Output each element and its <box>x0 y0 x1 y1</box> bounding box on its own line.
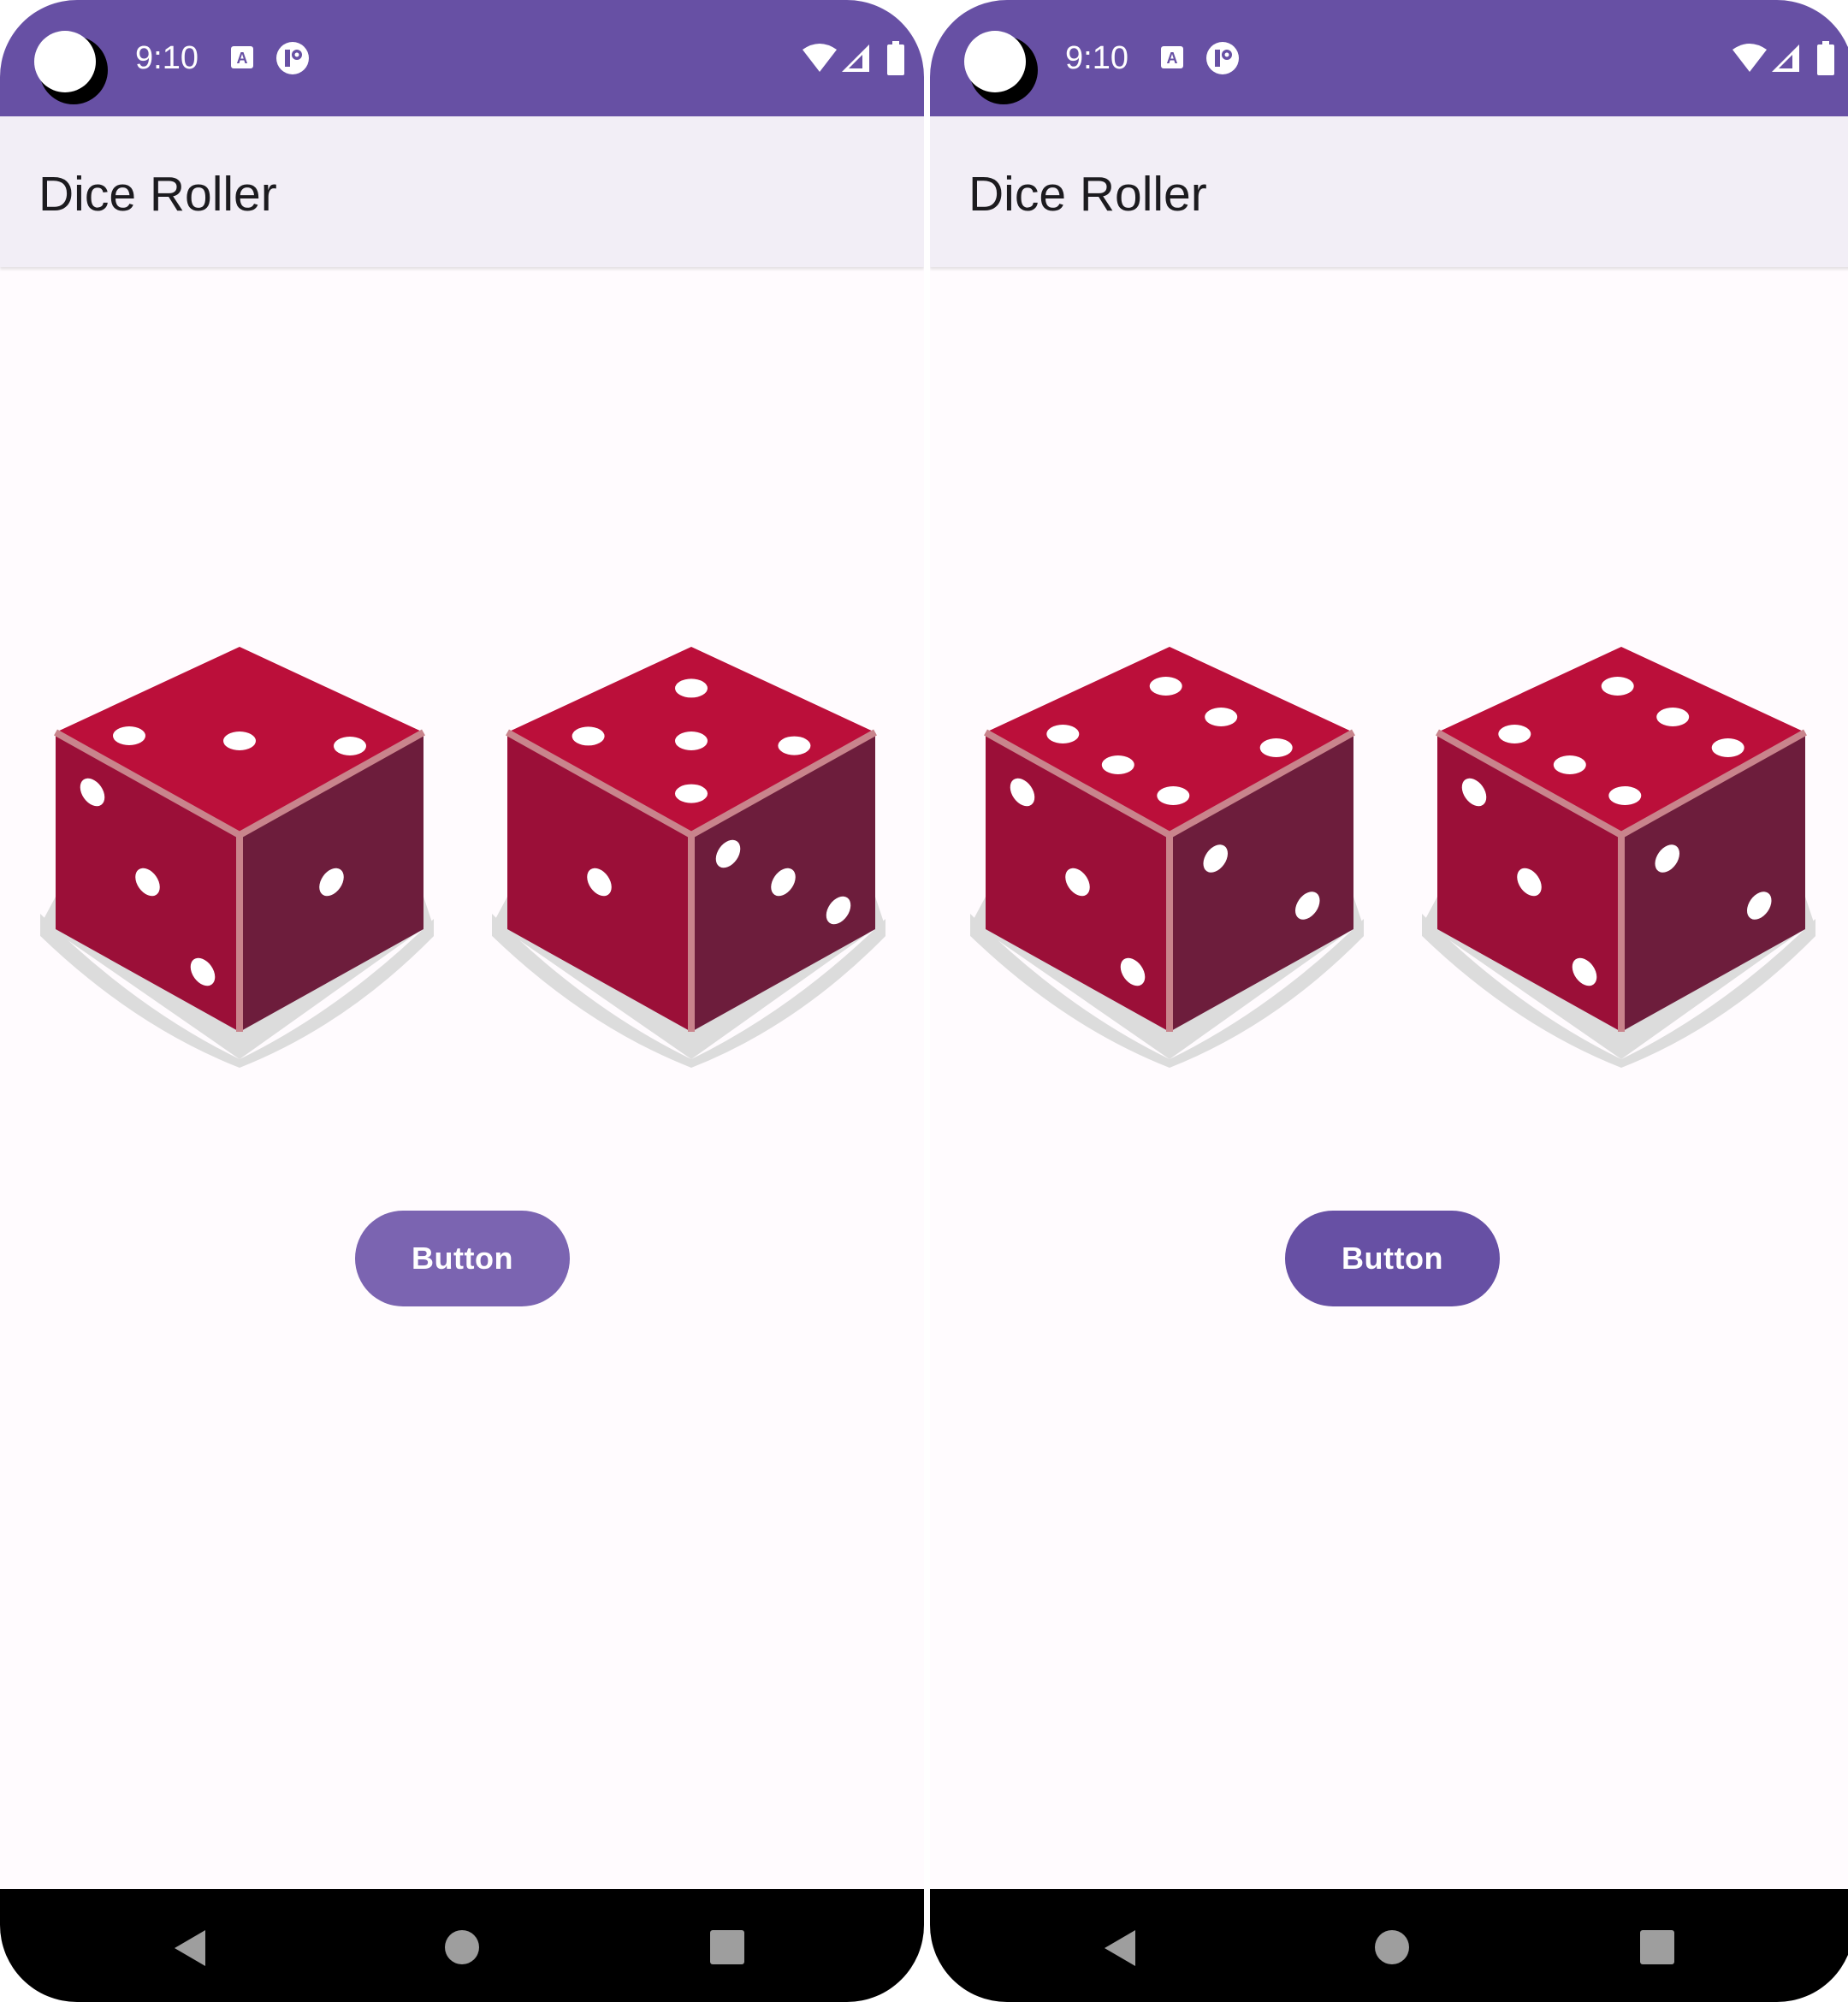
top-pip <box>1046 725 1080 743</box>
top-pip <box>223 732 256 750</box>
top-pip <box>1259 738 1293 757</box>
die-2 <box>1422 640 1815 1068</box>
status-bar: 9:10 A <box>930 0 1848 116</box>
top-pip <box>675 678 708 698</box>
status-bar: 9:10 A <box>0 0 924 116</box>
camera-cutout-icon <box>964 31 1038 104</box>
text-a-icon: A <box>1161 46 1183 68</box>
top-pip <box>675 784 708 803</box>
svg-text:A: A <box>237 50 248 67</box>
battery-icon <box>1817 41 1834 75</box>
top-pip <box>1205 708 1238 726</box>
top-pip <box>113 726 145 745</box>
die-graphic <box>970 647 1364 1068</box>
wifi-icon <box>803 44 837 72</box>
wifi-icon <box>1732 44 1767 72</box>
top-pip <box>1553 755 1586 774</box>
app-bar: Dice Roller <box>0 116 924 267</box>
recents-square-icon[interactable] <box>708 1928 746 1966</box>
status-time: 9:10 <box>135 40 198 76</box>
top-pip <box>675 732 708 750</box>
app-title: Dice Roller <box>38 167 277 222</box>
top-pip <box>1498 725 1531 743</box>
p-circle-icon <box>1206 42 1239 74</box>
battery-icon <box>887 41 904 75</box>
die-1 <box>970 640 1364 1068</box>
top-pip <box>334 737 366 755</box>
roll-button[interactable]: Button <box>1285 1211 1500 1306</box>
text-a-icon: A <box>231 46 253 68</box>
home-circle-icon[interactable] <box>1373 1928 1411 1966</box>
roll-button[interactable]: Button <box>355 1211 570 1306</box>
top-pip <box>1601 677 1634 696</box>
signal-icon <box>842 44 869 72</box>
die-graphic <box>40 647 434 1068</box>
phone-screen-left: 9:10 A Dice Roller Button <box>0 0 924 2002</box>
top-pip <box>1101 755 1134 774</box>
die-2 <box>492 640 886 1068</box>
back-triangle-icon[interactable] <box>171 1928 210 1968</box>
navigation-bar <box>0 1889 924 2002</box>
screenshot-stage: 9:10 A Dice Roller Button 9:10 A Dice Ro… <box>0 0 1848 2002</box>
top-pip <box>1711 738 1744 757</box>
top-pip <box>1149 677 1182 696</box>
signal-icon <box>1772 44 1799 72</box>
phone-screen-right: 9:10 A Dice Roller Button <box>930 0 1848 2002</box>
navigation-bar <box>930 1889 1848 2002</box>
svg-text:A: A <box>1167 50 1178 67</box>
camera-cutout-icon <box>34 31 108 104</box>
die-graphic <box>492 647 886 1068</box>
recents-square-icon[interactable] <box>1638 1928 1676 1966</box>
top-pip <box>1656 708 1690 726</box>
die-1 <box>40 640 434 1068</box>
app-bar: Dice Roller <box>930 116 1848 267</box>
top-pip <box>1157 786 1190 805</box>
home-circle-icon[interactable] <box>443 1928 481 1966</box>
top-pip <box>1608 786 1642 805</box>
die-graphic <box>1422 647 1815 1068</box>
top-pip <box>572 726 605 746</box>
app-title: Dice Roller <box>968 167 1207 222</box>
top-pip <box>778 736 811 755</box>
back-triangle-icon[interactable] <box>1101 1928 1140 1968</box>
status-time: 9:10 <box>1065 40 1128 76</box>
p-circle-icon <box>276 42 309 74</box>
